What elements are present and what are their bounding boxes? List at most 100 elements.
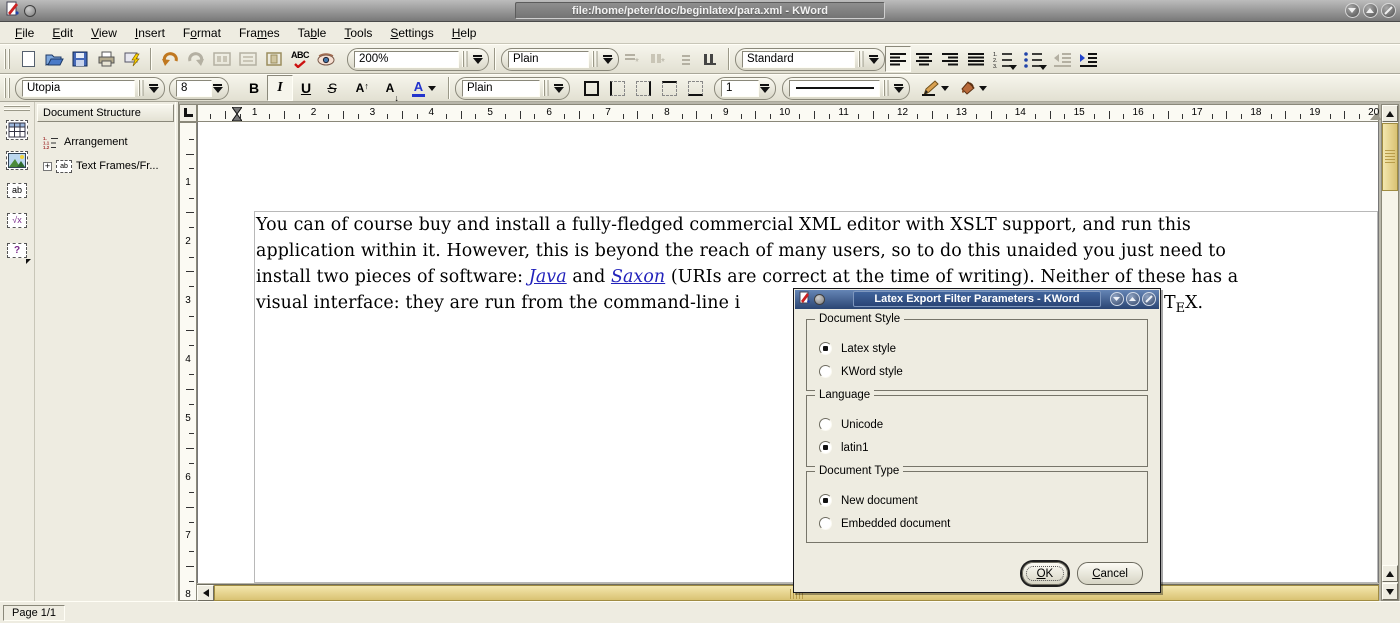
radio-embedded-document[interactable] xyxy=(819,517,832,530)
edit-frame-button[interactable] xyxy=(209,46,235,72)
menu-file[interactable]: File xyxy=(6,24,43,42)
document-structure-header[interactable]: Document Structure xyxy=(37,104,174,122)
tree-item-arrangement[interactable]: 1.1.11.2 Arrangement xyxy=(43,130,175,154)
insert-endnote-button[interactable]: * xyxy=(645,46,671,72)
increase-indent-button[interactable] xyxy=(1075,46,1101,72)
undo-button[interactable] xyxy=(157,46,183,72)
chevron-down-icon[interactable] xyxy=(979,86,987,91)
hyperlink-java[interactable]: Java xyxy=(529,267,567,287)
dialog-titlebar[interactable]: Latex Export Filter Parameters - KWord xyxy=(795,290,1159,309)
strikethrough-button[interactable]: S xyxy=(319,75,345,101)
minimize-button[interactable] xyxy=(1345,3,1360,18)
radio-new-document[interactable] xyxy=(819,494,832,507)
bold-button[interactable]: B xyxy=(241,75,267,101)
scroll-up-button-bottom[interactable] xyxy=(1382,565,1398,582)
radio-unicode[interactable] xyxy=(819,418,832,431)
tree-item-text-frames[interactable]: + ab Text Frames/Fr... xyxy=(43,154,175,178)
close-button[interactable] xyxy=(1142,292,1156,306)
window-menu-button[interactable] xyxy=(814,294,825,305)
zoom-combobox[interactable]: 200% xyxy=(347,48,489,71)
numbered-list-button[interactable]: 1.2.3. xyxy=(989,46,1019,72)
insert-footnote-button[interactable]: * xyxy=(619,46,645,72)
new-document-button[interactable] xyxy=(15,46,41,72)
chevron-down-icon[interactable] xyxy=(212,84,223,93)
list-style-combobox[interactable]: Standard xyxy=(735,48,885,71)
border-width-combobox[interactable]: 1 xyxy=(714,77,776,100)
insert-formula-button[interactable]: √x xyxy=(2,206,32,234)
menu-insert[interactable]: Insert xyxy=(126,24,174,42)
italic-button[interactable]: I xyxy=(267,75,293,101)
align-center-button[interactable] xyxy=(911,46,937,72)
border-outline-button[interactable] xyxy=(578,75,604,101)
radio-row-new-document[interactable]: New document xyxy=(819,492,1147,509)
chevron-down-icon[interactable] xyxy=(759,84,770,93)
border-left-button[interactable] xyxy=(604,75,630,101)
menu-settings[interactable]: Settings xyxy=(381,24,442,42)
align-justify-button[interactable] xyxy=(963,46,989,72)
underline-button[interactable]: U xyxy=(293,75,319,101)
radio-row-embedded-document[interactable]: Embedded document xyxy=(819,515,1147,532)
insert-picture-button[interactable] xyxy=(2,146,32,174)
window-menu-button[interactable] xyxy=(24,5,36,17)
radio-row-latin1[interactable]: latin1 xyxy=(819,439,1147,456)
chevron-down-icon[interactable] xyxy=(553,84,564,93)
maximize-button[interactable] xyxy=(1363,3,1378,18)
chevron-down-icon[interactable] xyxy=(941,86,949,91)
spellcheck-button[interactable]: ABC xyxy=(287,46,313,72)
print-button[interactable] xyxy=(93,46,119,72)
insert-object-button[interactable]: ? xyxy=(2,236,32,264)
chevron-down-icon[interactable] xyxy=(1009,65,1017,70)
radio-row-kword-style[interactable]: KWord style xyxy=(819,363,1147,380)
border-style-combobox[interactable] xyxy=(782,77,910,100)
frame-style-combobox[interactable]: Plain xyxy=(455,77,570,100)
hyperlink-saxon[interactable]: Saxon xyxy=(611,267,665,287)
vertical-scrollbar[interactable] xyxy=(1381,104,1399,601)
menu-table[interactable]: Table xyxy=(289,24,336,42)
chevron-down-icon[interactable] xyxy=(148,84,159,93)
chevron-down-icon[interactable] xyxy=(893,84,904,93)
align-right-button[interactable] xyxy=(937,46,963,72)
open-document-button[interactable] xyxy=(41,46,67,72)
decrease-indent-button[interactable] xyxy=(1049,46,1075,72)
subscript-button[interactable]: A↓ xyxy=(375,75,405,101)
border-bottom-button[interactable] xyxy=(682,75,708,101)
note-settings-button[interactable] xyxy=(671,46,697,72)
border-top-button[interactable] xyxy=(656,75,682,101)
minimize-button[interactable] xyxy=(1110,292,1124,306)
toolbar-grip[interactable] xyxy=(4,49,12,69)
tab-stop-selector[interactable] xyxy=(179,104,197,122)
redo-button[interactable] xyxy=(183,46,209,72)
chevron-down-icon[interactable] xyxy=(428,86,436,91)
save-document-button[interactable] xyxy=(67,46,93,72)
menu-edit[interactable]: Edit xyxy=(43,24,82,42)
menu-frames[interactable]: Frames xyxy=(230,24,289,42)
radio-latex-style[interactable] xyxy=(819,342,832,355)
chevron-down-icon[interactable] xyxy=(868,55,879,64)
menu-help[interactable]: Help xyxy=(443,24,486,42)
background-color-button[interactable] xyxy=(954,75,992,101)
chevron-down-icon[interactable] xyxy=(472,55,483,64)
ok-button[interactable]: OK xyxy=(1022,562,1069,585)
align-left-button[interactable] xyxy=(885,46,911,72)
maximize-button[interactable] xyxy=(1126,292,1140,306)
cancel-button[interactable]: Cancel xyxy=(1077,562,1143,585)
formatting-marks-button[interactable] xyxy=(697,46,723,72)
vertical-scrollbar-thumb[interactable] xyxy=(1382,123,1398,191)
chevron-down-icon[interactable] xyxy=(602,55,613,64)
scroll-down-button[interactable] xyxy=(1382,583,1398,600)
paragraph-style-combobox[interactable]: Plain xyxy=(501,48,619,71)
border-right-button[interactable] xyxy=(630,75,656,101)
print-preview-button[interactable] xyxy=(119,46,145,72)
font-color-button[interactable]: A xyxy=(405,75,443,101)
font-family-combobox[interactable]: Utopia xyxy=(15,77,165,100)
page[interactable]: You can of course buy and install a full… xyxy=(197,122,1379,583)
toolbar-grip[interactable] xyxy=(4,78,12,98)
radio-row-unicode[interactable]: Unicode xyxy=(819,416,1147,433)
font-size-combobox[interactable]: 8 xyxy=(169,77,229,100)
radio-row-latex-style[interactable]: Latex style xyxy=(819,340,1147,357)
menu-view[interactable]: View xyxy=(82,24,126,42)
bullet-list-button[interactable] xyxy=(1019,46,1049,72)
menu-format[interactable]: Format xyxy=(174,24,230,42)
delete-frame-button[interactable] xyxy=(235,46,261,72)
frame-layout-button[interactable] xyxy=(261,46,287,72)
